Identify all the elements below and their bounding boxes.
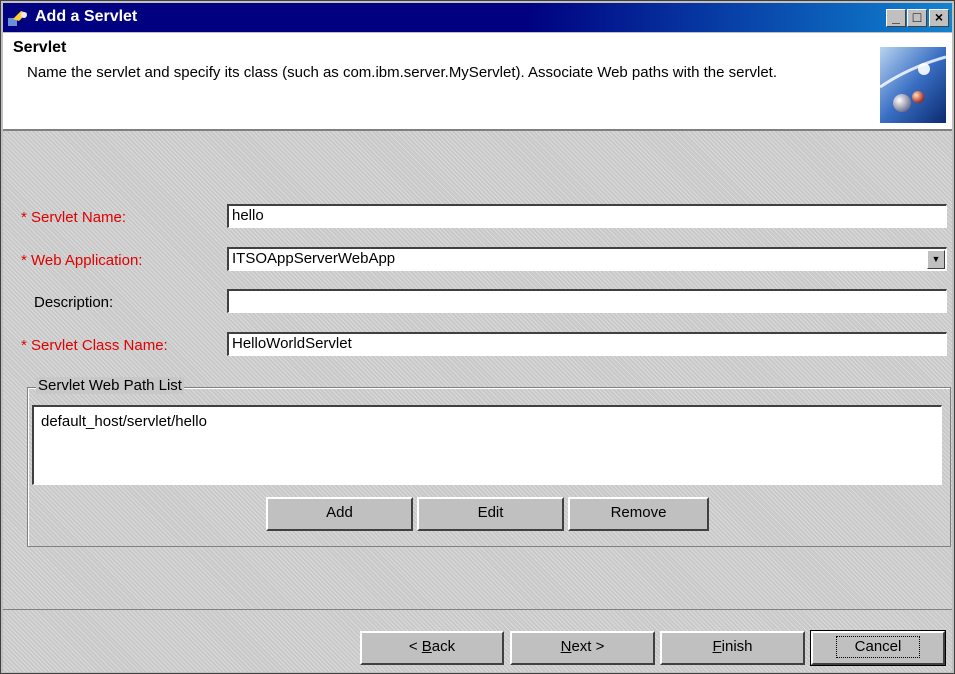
- web-application-select[interactable]: ITSOAppServerWebApp ▼: [227, 247, 947, 271]
- web-path-listbox[interactable]: default_host/servlet/hello: [32, 405, 942, 485]
- remove-button[interactable]: Remove: [568, 497, 709, 531]
- description-field[interactable]: [227, 289, 947, 313]
- web-path-groupbox: Servlet Web Path List default_host/servl…: [27, 377, 951, 547]
- servlet-class-label: * Servlet Class Name:: [21, 337, 168, 354]
- title-bar[interactable]: Add a Servlet _ □ ×: [3, 3, 952, 32]
- add-servlet-dialog: Add a Servlet _ □ × Servlet Name the ser…: [0, 0, 955, 674]
- app-icon: [7, 9, 29, 27]
- wizard-graphic-icon: [879, 47, 947, 123]
- back-button[interactable]: < Back: [360, 631, 504, 665]
- servlet-class-field[interactable]: HelloWorldServlet: [227, 332, 947, 356]
- form-panel: * Servlet Name: hello * Web Application:…: [3, 131, 952, 609]
- dropdown-arrow-icon[interactable]: ▼: [927, 250, 945, 269]
- page-title: Servlet: [13, 39, 67, 56]
- list-item[interactable]: default_host/servlet/hello: [41, 413, 207, 430]
- web-path-legend: Servlet Web Path List: [36, 377, 184, 394]
- wizard-header: Servlet Name the servlet and specify its…: [3, 33, 952, 131]
- finish-button[interactable]: Finish: [660, 631, 805, 665]
- window-title: Add a Servlet: [35, 8, 138, 25]
- description-label: Description:: [34, 294, 114, 311]
- wizard-footer: < Back Next > Finish Cancel: [3, 609, 952, 672]
- page-description: Name the servlet and specify its class (…: [27, 64, 778, 81]
- maximize-icon[interactable]: □: [907, 9, 927, 27]
- web-application-label: * Web Application:: [21, 252, 143, 269]
- servlet-name-field[interactable]: hello: [227, 204, 947, 228]
- web-application-value: ITSOAppServerWebApp: [232, 250, 396, 267]
- edit-button[interactable]: Edit: [417, 497, 564, 531]
- cancel-button[interactable]: Cancel: [810, 630, 946, 666]
- next-button[interactable]: Next >: [510, 631, 655, 665]
- minimize-icon[interactable]: _: [886, 9, 906, 27]
- servlet-name-label: * Servlet Name:: [21, 209, 127, 226]
- close-icon[interactable]: ×: [929, 9, 949, 27]
- add-button[interactable]: Add: [266, 497, 413, 531]
